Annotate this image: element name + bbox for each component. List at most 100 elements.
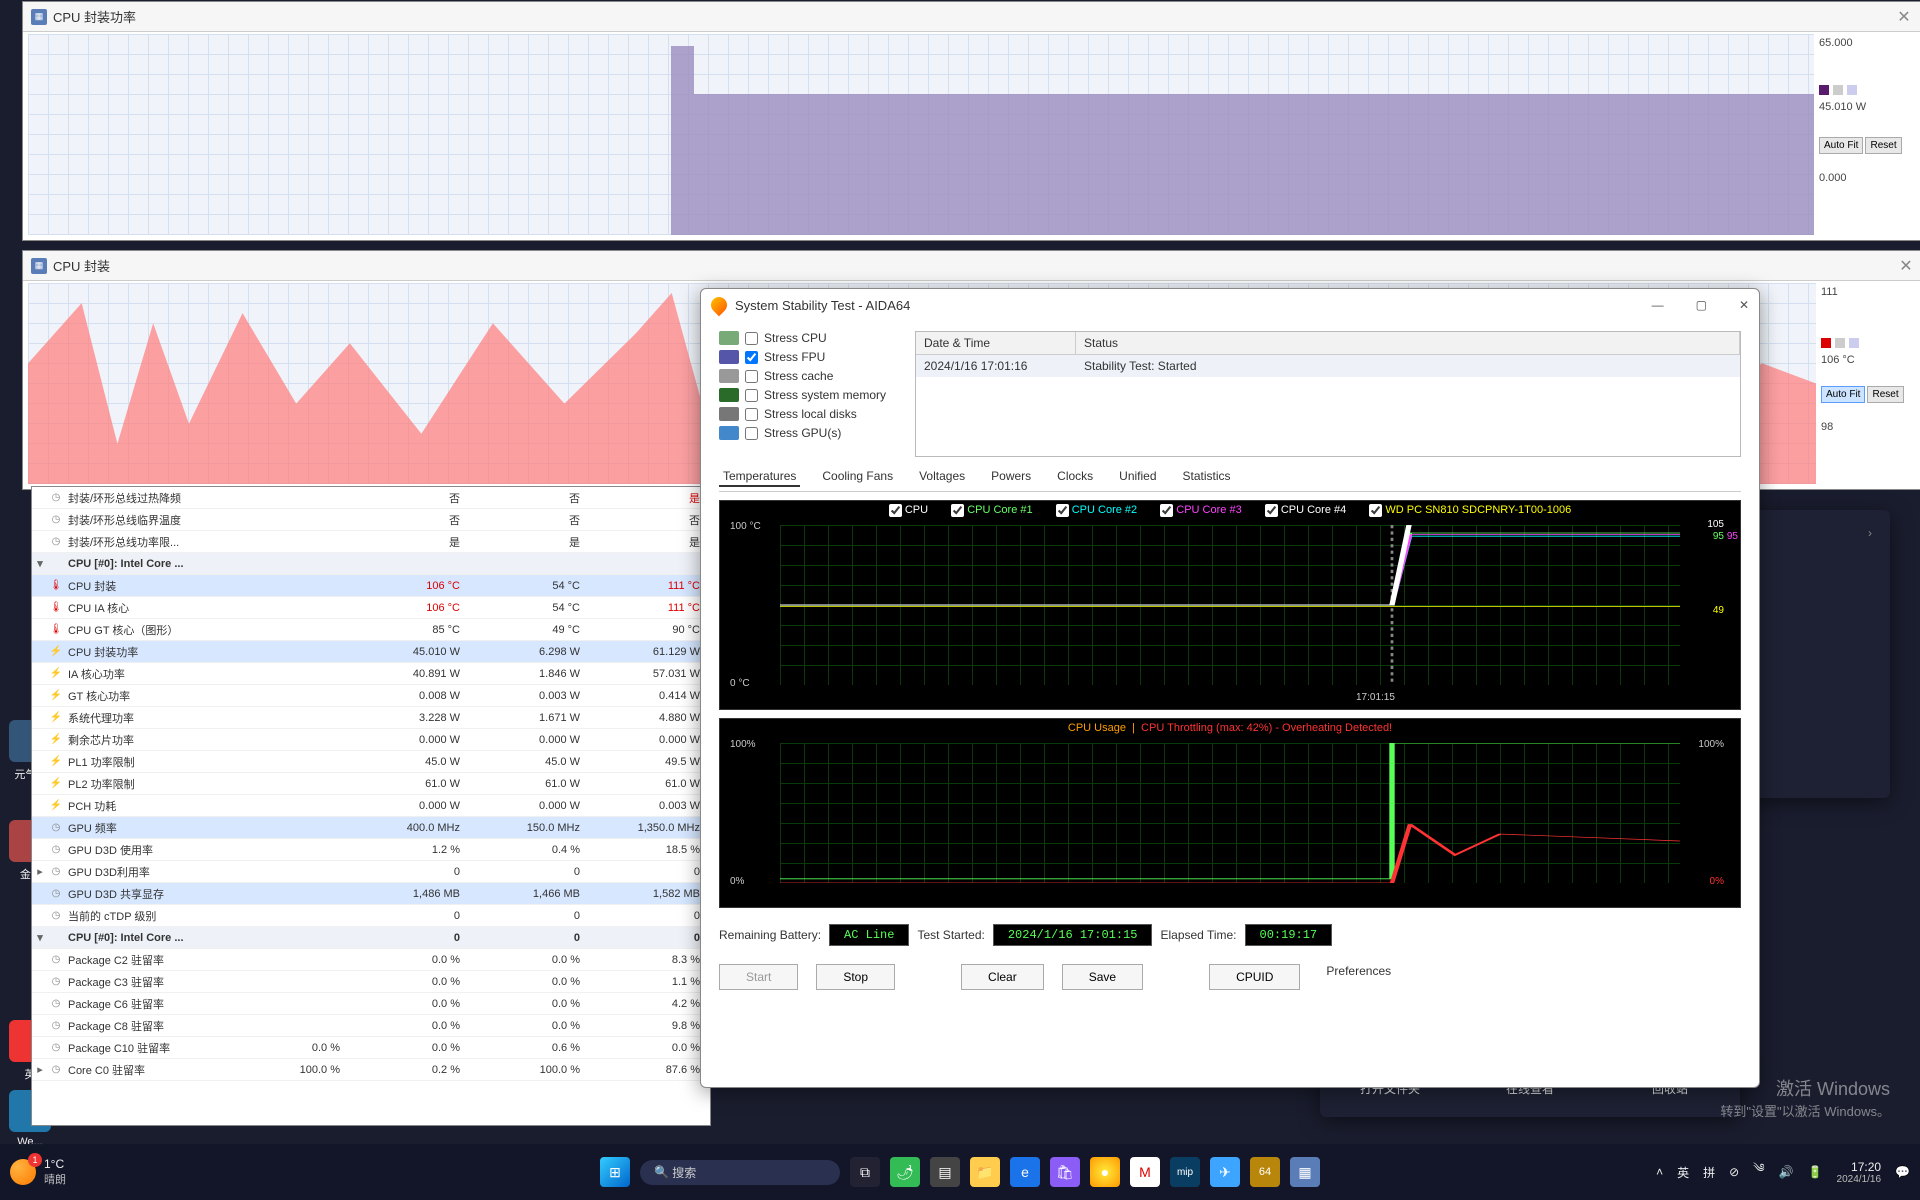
hw-section-header[interactable]: ▾CPU [#0]: Intel Core ... xyxy=(32,553,710,575)
tray-notification-icon[interactable]: 💬 xyxy=(1895,1165,1910,1179)
hw-row[interactable]: ◷封装/环形总线功率限...是是是 xyxy=(32,531,710,553)
preferences-link[interactable]: Preferences xyxy=(1326,964,1391,990)
tray-battery-icon[interactable]: 🔋 xyxy=(1808,1165,1823,1179)
stress-cpu-checkbox[interactable]: Stress CPU xyxy=(719,331,909,345)
close-icon[interactable]: ✕ xyxy=(1739,298,1749,312)
hw-row[interactable]: ⚡IA 核心功率40.891 W1.846 W57.031 W xyxy=(32,663,710,685)
hw-row[interactable]: ⚡剩余芯片功率0.000 W0.000 W0.000 W xyxy=(32,729,710,751)
edge-icon[interactable]: e xyxy=(1010,1157,1040,1187)
stress-disk-checkbox[interactable]: Stress local disks xyxy=(719,407,909,421)
hw-row[interactable]: 🌡CPU GT 核心（图形）85 °C49 °C90 °C xyxy=(32,619,710,641)
tab-voltages[interactable]: Voltages xyxy=(915,467,969,487)
hw-row[interactable]: ◷封装/环形总线过热降频否否是 xyxy=(32,487,710,509)
mcafee-icon[interactable]: M xyxy=(1130,1157,1160,1187)
clear-button[interactable]: Clear xyxy=(961,964,1044,990)
hw-section-header[interactable]: ▾CPU [#0]: Intel Core ...000 xyxy=(32,927,710,949)
hw-row[interactable]: ⚡CPU 封装功率45.010 W6.298 W61.129 W xyxy=(32,641,710,663)
reset-button[interactable]: Reset xyxy=(1867,386,1903,403)
search-box[interactable]: 🔍 搜索 xyxy=(640,1160,840,1185)
y-min-label: 98 xyxy=(1821,421,1920,433)
hw-row[interactable]: ⚡PCH 功耗0.000 W0.000 W0.003 W xyxy=(32,795,710,817)
maximize-icon[interactable]: ▢ xyxy=(1696,298,1707,312)
tab-clocks[interactable]: Clocks xyxy=(1053,467,1097,487)
hw-row[interactable]: ◷Package C8 驻留率0.0 %0.0 %9.8 % xyxy=(32,1015,710,1037)
hw-row[interactable]: ▸◷Core C0 驻留率100.0 %0.2 %100.0 %87.6 % xyxy=(32,1059,710,1081)
app-icon[interactable]: ▤ xyxy=(930,1157,960,1187)
legend-core3[interactable]: CPU Core #3 xyxy=(1150,504,1251,516)
stop-button[interactable]: Stop xyxy=(816,964,895,990)
hw-row[interactable]: ◷Package C2 驻留率0.0 %0.0 %8.3 % xyxy=(32,949,710,971)
legend-wd[interactable]: WD PC SN810 SDCPNRY-1T00-1006 xyxy=(1359,504,1581,516)
app-icon[interactable]: 🌶 xyxy=(890,1157,920,1187)
hw-row[interactable]: ▸◷GPU D3D利用率000 xyxy=(32,861,710,883)
hw-row[interactable]: ⚡GT 核心功率0.008 W0.003 W0.414 W xyxy=(32,685,710,707)
autofit-button[interactable]: Auto Fit xyxy=(1821,386,1865,403)
hw-row[interactable]: ◷GPU D3D 使用率1.2 %0.4 %18.5 % xyxy=(32,839,710,861)
hw-row[interactable]: ◷GPU D3D 共享显存1,486 MB1,466 MB1,582 MB xyxy=(32,883,710,905)
aida64-window: System Stability Test - AIDA64 — ▢ ✕ Str… xyxy=(700,288,1760,1088)
legend-swatch xyxy=(1835,338,1845,348)
log-col-datetime: Date & Time xyxy=(916,332,1076,354)
taskbar[interactable]: 1 1°C晴朗 ⊞ 🔍 搜索 ⧉ 🌶 ▤ 📁 e 🛍 ● M mip ✈ 64 … xyxy=(0,1144,1920,1200)
close-icon[interactable]: ✕ xyxy=(1892,7,1916,27)
tray-wifi-icon[interactable]: ༄ xyxy=(1753,1155,1764,1189)
tray-chevron-icon[interactable]: ˄ xyxy=(1656,1165,1663,1179)
tray-ime[interactable]: 拼 xyxy=(1703,1164,1715,1181)
hw-row[interactable]: ◷当前的 cTDP 级别000 xyxy=(32,905,710,927)
log-row[interactable]: 2024/1/16 17:01:16Stability Test: Starte… xyxy=(916,355,1740,377)
minimize-icon[interactable]: — xyxy=(1652,298,1664,312)
start-icon[interactable]: ⊞ xyxy=(600,1157,630,1187)
tray-clock[interactable]: 17:20 2024/1/16 xyxy=(1837,1160,1882,1185)
window-titlebar[interactable]: System Stability Test - AIDA64 — ▢ ✕ xyxy=(701,289,1759,321)
tray-network-icon[interactable]: ⊘ xyxy=(1729,1165,1739,1179)
hw-row[interactable]: ⚡系统代理功率3.228 W1.671 W4.880 W xyxy=(32,707,710,729)
log-table: Date & TimeStatus 2024/1/16 17:01:16Stab… xyxy=(915,331,1741,457)
hw-row[interactable]: 🌡CPU 封装106 °C54 °C111 °C xyxy=(32,575,710,597)
tray-lang[interactable]: 英 xyxy=(1677,1164,1689,1181)
tab-powers[interactable]: Powers xyxy=(987,467,1035,487)
x-label: 17:01:15 xyxy=(1356,692,1395,703)
store-icon[interactable]: 🛍 xyxy=(1050,1157,1080,1187)
log-col-status: Status xyxy=(1076,332,1740,354)
legend-core1[interactable]: CPU Core #1 xyxy=(941,504,1042,516)
stress-cache-checkbox[interactable]: Stress cache xyxy=(719,369,909,383)
app-icon[interactable]: mip xyxy=(1170,1157,1200,1187)
stress-gpu-checkbox[interactable]: Stress GPU(s) xyxy=(719,426,909,440)
weather-widget[interactable]: 1 1°C晴朗 xyxy=(10,1157,66,1187)
cpuid-button[interactable]: CPUID xyxy=(1209,964,1300,990)
window-titlebar[interactable]: ▦ CPU 封装功率 ✕ xyxy=(23,2,1920,32)
reset-button[interactable]: Reset xyxy=(1865,137,1901,154)
legend-cpu[interactable]: CPU xyxy=(879,504,938,516)
elapsed-label: Elapsed Time: xyxy=(1160,928,1236,942)
val-95: 95 xyxy=(1713,531,1724,542)
hwinfo-taskbar-icon[interactable]: ▦ xyxy=(1290,1157,1320,1187)
window-titlebar[interactable]: ▦ CPU 封装 ✕ xyxy=(23,251,1920,281)
task-view-icon[interactable]: ⧉ xyxy=(850,1157,880,1187)
app-icon[interactable]: ✈ xyxy=(1210,1157,1240,1187)
aida64-taskbar-icon[interactable]: 64 xyxy=(1250,1157,1280,1187)
legend-core4[interactable]: CPU Core #4 xyxy=(1255,504,1356,516)
autofit-button[interactable]: Auto Fit xyxy=(1819,137,1863,154)
hw-row[interactable]: ⚡PL1 功率限制45.0 W45.0 W49.5 W xyxy=(32,751,710,773)
hw-row[interactable]: ◷Package C6 驻留率0.0 %0.0 %4.2 % xyxy=(32,993,710,1015)
app-icon[interactable]: ● xyxy=(1090,1157,1120,1187)
stress-fpu-checkbox[interactable]: Stress FPU xyxy=(719,350,909,364)
hw-row[interactable]: ⚡PL2 功率限制61.0 W61.0 W61.0 W xyxy=(32,773,710,795)
save-button[interactable]: Save xyxy=(1062,964,1143,990)
hw-row[interactable]: 🌡CPU IA 核心106 °C54 °C111 °C xyxy=(32,597,710,619)
val-105: 105 xyxy=(1707,519,1724,530)
close-icon[interactable]: ✕ xyxy=(1894,256,1918,276)
explorer-icon[interactable]: 📁 xyxy=(970,1157,1000,1187)
tab-cooling-fans[interactable]: Cooling Fans xyxy=(818,467,897,487)
tab-temperatures[interactable]: Temperatures xyxy=(719,467,800,487)
stress-memory-checkbox[interactable]: Stress system memory xyxy=(719,388,909,402)
hw-row[interactable]: ◷Package C3 驻留率0.0 %0.0 %1.1 % xyxy=(32,971,710,993)
start-button[interactable]: Start xyxy=(719,964,798,990)
legend-core2[interactable]: CPU Core #2 xyxy=(1046,504,1147,516)
hw-row[interactable]: ◷Package C10 驻留率0.0 %0.0 %0.6 %0.0 % xyxy=(32,1037,710,1059)
tab-unified[interactable]: Unified xyxy=(1115,467,1160,487)
tab-statistics[interactable]: Statistics xyxy=(1179,467,1235,487)
hw-row[interactable]: ◷封装/环形总线临界温度否否否 xyxy=(32,509,710,531)
hw-row[interactable]: ◷GPU 频率400.0 MHz150.0 MHz1,350.0 MHz xyxy=(32,817,710,839)
tray-volume-icon[interactable]: 🔊 xyxy=(1779,1165,1794,1179)
